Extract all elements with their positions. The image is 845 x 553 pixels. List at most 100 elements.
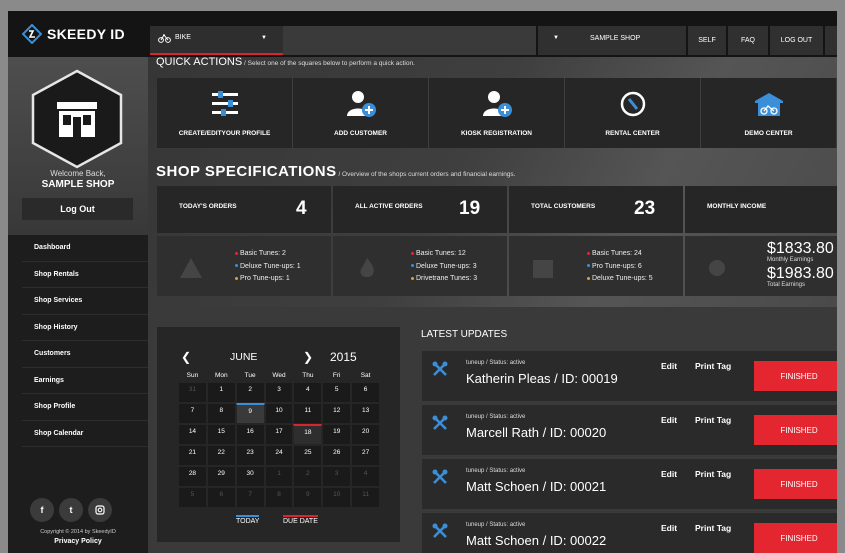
edit-link[interactable]: Edit [661, 415, 677, 425]
edit-link[interactable]: Edit [661, 361, 677, 371]
print-tag-link[interactable]: Print Tag [695, 361, 731, 371]
sidebar-item-shop-calendar[interactable]: Shop Calendar [22, 421, 148, 447]
calendar-day[interactable]: 30 [235, 466, 265, 487]
calendar-day[interactable]: 23 [235, 445, 265, 466]
calendar-day[interactable]: 4 [293, 382, 323, 403]
print-tag-link[interactable]: Print Tag [695, 469, 731, 479]
sidebar-item-shop-history[interactable]: Shop History [22, 315, 148, 341]
quick-action-add-customer[interactable]: ADD CUSTOMER [293, 78, 429, 148]
calendar-day[interactable]: 26 [322, 445, 352, 466]
calendar-day[interactable]: 1 [264, 466, 294, 487]
quick-action-demo-center[interactable]: DEMO CENTER [701, 78, 837, 148]
self-link[interactable]: SELF [688, 26, 726, 55]
stat-total-customers: TOTAL CUSTOMERS 23 Basic Tunes: 24 Pro T… [509, 186, 683, 296]
calendar-day[interactable]: 31 [178, 382, 207, 403]
finished-button[interactable]: FINISHED [754, 469, 837, 499]
calendar-day[interactable]: 6 [351, 382, 381, 403]
sliders-icon [211, 91, 238, 116]
calendar-day[interactable]: 11 [293, 403, 323, 424]
stat-body: Basic Tunes: 2 Deluxe Tune-ups: 1 Pro Tu… [157, 236, 331, 296]
calendar-day-today[interactable]: 9 [235, 403, 265, 424]
finished-button[interactable]: FINISHED [754, 361, 837, 391]
finished-button[interactable]: FINISHED [754, 415, 837, 445]
calendar-day[interactable]: 3 [264, 382, 294, 403]
calendar-day[interactable]: 24 [264, 445, 294, 466]
calendar-day[interactable]: 27 [351, 445, 381, 466]
stat-todays-orders: TODAY'S ORDERS 4 Basic Tunes: 2 Deluxe T… [157, 186, 331, 296]
calendar-day[interactable]: 10 [264, 403, 294, 424]
calendar-day[interactable]: 16 [235, 424, 265, 445]
bike-dropdown[interactable]: BIKE ▼ [150, 26, 283, 55]
twitter-icon[interactable]: t [59, 498, 83, 522]
faq-link[interactable]: FAQ [728, 26, 768, 55]
chevron-down-icon: ▼ [553, 35, 559, 41]
wrench-icon[interactable] [432, 361, 448, 377]
calendar-week: 28 29 30 1 2 3 4 [178, 466, 381, 487]
calendar-day[interactable]: 3 [322, 466, 352, 487]
instagram-icon[interactable] [88, 498, 112, 522]
stat-value: 23 [634, 198, 656, 219]
calendar-day[interactable]: 28 [178, 466, 207, 487]
print-tag-link[interactable]: Print Tag [695, 415, 731, 425]
calendar-day[interactable]: 7 [235, 487, 265, 508]
weekday-label: Tue [244, 372, 256, 379]
calendar-day[interactable]: 21 [178, 445, 207, 466]
sidebar-item-shop-profile[interactable]: Shop Profile [22, 394, 148, 421]
sidebar-item-earnings[interactable]: Earnings [22, 368, 148, 394]
calendar-day[interactable]: 1 [206, 382, 236, 403]
calendar-day[interactable]: 11 [351, 487, 381, 508]
calendar-day[interactable]: 4 [351, 466, 381, 487]
stat-value: 4 [296, 198, 307, 219]
calendar-week: 31 1 2 3 4 5 6 [178, 382, 381, 403]
wrench-icon[interactable] [432, 415, 448, 431]
status-dot [235, 276, 238, 280]
quick-action-rental-center[interactable]: RENTAL CENTER [565, 78, 701, 148]
sidebar-logout-button[interactable]: Log Out [22, 198, 133, 220]
calendar-day[interactable]: 20 [351, 424, 381, 445]
update-row: tuneup / Status: active Marcell Rath / I… [422, 405, 837, 455]
calendar-day[interactable]: 8 [206, 403, 236, 424]
sidebar-item-dashboard[interactable]: Dashboard [22, 235, 148, 262]
calendar-day[interactable]: 12 [322, 403, 352, 424]
facebook-icon[interactable]: f [30, 498, 54, 522]
calendar-day[interactable]: 2 [235, 382, 265, 403]
calendar-day[interactable]: 22 [206, 445, 236, 466]
calendar-day[interactable]: 5 [322, 382, 352, 403]
calendar-day[interactable]: 10 [322, 487, 352, 508]
calendar-day[interactable]: 13 [351, 403, 381, 424]
calendar-prev-icon[interactable]: ❮ [181, 350, 191, 364]
calendar-day[interactable]: 15 [206, 424, 236, 445]
calendar-day-due[interactable]: 18 [293, 424, 323, 445]
calendar-icon [533, 260, 553, 278]
finished-button[interactable]: FINISHED [754, 523, 837, 553]
calendar-next-icon[interactable]: ❯ [303, 350, 313, 364]
sidebar-item-shop-services[interactable]: Shop Services [22, 288, 148, 315]
calendar-day[interactable]: 14 [178, 424, 207, 445]
calendar-day[interactable]: 2 [293, 466, 323, 487]
privacy-policy-link[interactable]: Privacy Policy [8, 538, 148, 545]
sidebar-item-shop-rentals[interactable]: Shop Rentals [22, 262, 148, 288]
calendar-day[interactable]: 29 [206, 466, 236, 487]
wrench-icon[interactable] [432, 469, 448, 485]
print-tag-link[interactable]: Print Tag [695, 523, 731, 533]
calendar-day[interactable]: 8 [264, 487, 294, 508]
logout-link[interactable]: LOG OUT [770, 26, 823, 55]
calendar-day[interactable]: 17 [264, 424, 294, 445]
calendar-day[interactable]: 5 [178, 487, 207, 508]
quick-action-profile[interactable]: CREATE/EDITYOUR PROFILE [157, 78, 293, 148]
edit-link[interactable]: Edit [661, 469, 677, 479]
calendar-day[interactable]: 7 [178, 403, 207, 424]
calendar-day[interactable]: 19 [322, 424, 352, 445]
shop-dropdown[interactable]: ▼ SAMPLE SHOP [538, 26, 686, 55]
stat-line: Pro Tune-ups: 6 [587, 261, 653, 274]
quick-action-kiosk-registration[interactable]: KIOSK REGISTRATION [429, 78, 565, 148]
calendar-weekdays: Sun Mon Tue Wed Thu Fri Sat [178, 372, 380, 382]
brand-logo[interactable]: SKEEDY ID [8, 11, 148, 57]
edit-link[interactable]: Edit [661, 523, 677, 533]
sidebar-item-customers[interactable]: Customers [22, 341, 148, 368]
calendar-day[interactable]: 6 [206, 487, 236, 508]
calendar-day[interactable]: 25 [293, 445, 323, 466]
calendar-day[interactable]: 9 [293, 487, 323, 508]
stat-monthly-income: MONTHLY INCOME $1833.80 Monthly Earnings… [685, 186, 837, 296]
wrench-icon[interactable] [432, 523, 448, 539]
